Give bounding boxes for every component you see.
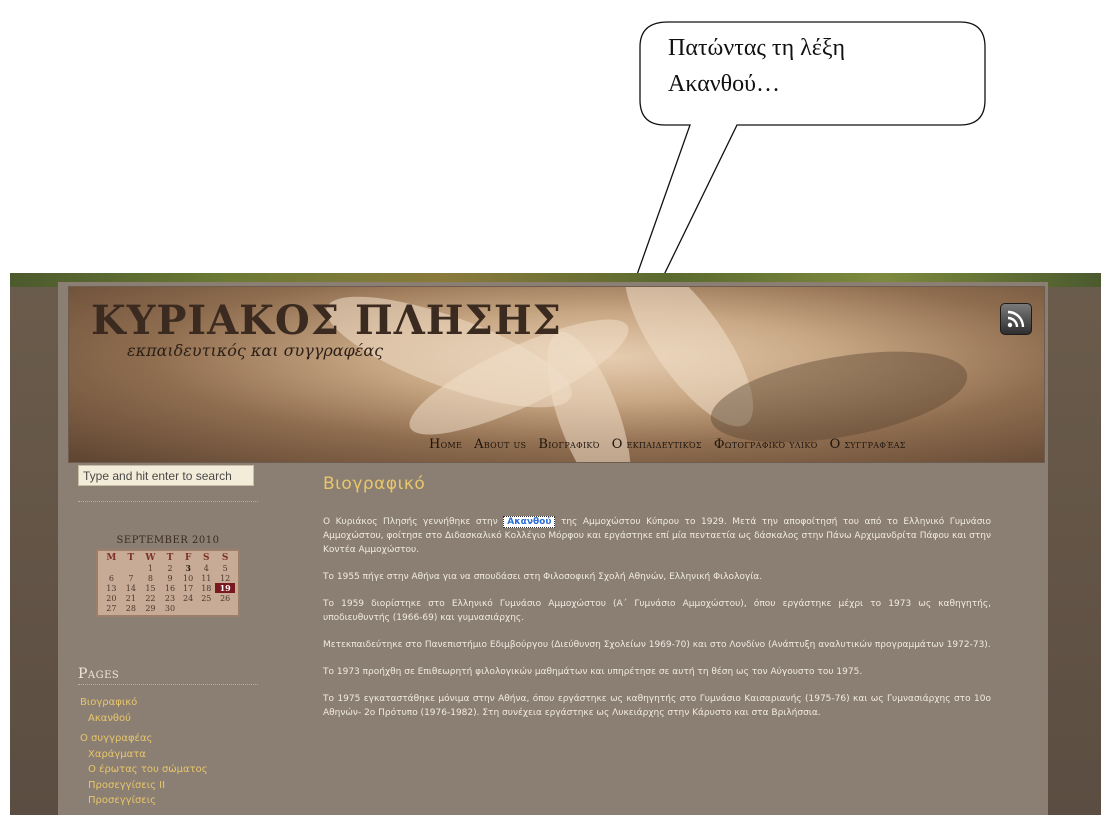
calendar-weekday: W (145, 553, 156, 563)
calendar-widget: SEPTEMBER 2010 MTWTFSS 1 2 3 4 5 6 7 8 9 10 11 12 13… (96, 535, 240, 651)
calendar-day (179, 603, 197, 613)
calendar-day: 1 (147, 563, 153, 573)
calendar-day (101, 563, 122, 573)
calendar-day: 30 (164, 603, 176, 613)
calendar-day (197, 603, 215, 613)
paragraph-text: Ο Κυριάκος Πλησής γεννήθηκε στην (323, 517, 498, 527)
callout-line-2: Ακανθού… (668, 71, 781, 97)
calendar-day (122, 563, 140, 573)
page-link[interactable]: Προσεγγίσεις ΙΙ (80, 778, 260, 794)
calendar-day: 29 (145, 603, 156, 613)
calendar-day: 5 (222, 563, 228, 573)
page-link[interactable]: Ο έρωτας του σώματος (80, 762, 260, 778)
calendar-day: 4 (203, 563, 209, 573)
callout-line-1: Πατώντας τη λέξη (668, 35, 846, 61)
nav-educator[interactable]: Ο εκπαιδευτικός (612, 437, 702, 452)
calendar-weekday: S (221, 553, 229, 563)
calendar-weekday: M (106, 553, 117, 563)
calendar-day (215, 603, 235, 613)
nav-photos[interactable]: Φωτογραφικό υλικό (714, 437, 818, 452)
calendar-day: 27 (106, 603, 117, 613)
page-link[interactable]: Βιογραφικό (80, 695, 260, 711)
page-link[interactable]: Χαράγματα (80, 747, 260, 763)
calendar-day: 14 (125, 583, 136, 593)
rss-icon[interactable] (1000, 303, 1032, 335)
calendar-weekday: S (203, 553, 210, 563)
calendar-day: 10 (183, 573, 194, 583)
calendar-day: 6 (108, 573, 114, 583)
nav-about-us[interactable]: About us (474, 437, 526, 452)
pages-list: Βιογραφικό Ακανθού Ο συγγραφέας Χαράγματα Ο … (80, 695, 260, 809)
calendar-day: 16 (164, 583, 176, 593)
nav-biography[interactable]: Βιογραφικό (538, 437, 599, 452)
calendar-day: 15 (145, 583, 156, 593)
paragraph: Μετεκπαιδεύτηκε στο Πανεπιστήμιο Εδιμβού… (323, 640, 991, 650)
paragraph: Το 1975 εγκαταστάθηκε μόνιμα στην Αθήνα,… (323, 694, 991, 718)
calendar-day: 7 (128, 573, 134, 583)
calendar-day: 24 (183, 593, 194, 603)
search-input[interactable] (78, 465, 254, 486)
main-nav: Home About us Βιογραφικό Ο εκπαιδευτικός… (429, 437, 906, 452)
website-screenshot: ΚΥΡΙΑΚΟΣ ΠΛΗΣΗΣ εκπαιδευτικός και συγγρα… (10, 273, 1101, 815)
calendar-day: 20 (106, 593, 117, 603)
nav-home[interactable]: Home (429, 437, 462, 452)
calendar-day: 18 (201, 583, 212, 593)
akanthou-link[interactable]: Ακανθού (503, 516, 556, 528)
calendar-day: 26 (220, 593, 231, 603)
site-subtitle: εκπαιδευτικός και συγγραφέας (127, 341, 384, 360)
calendar-week: 13 14 15 16 17 18 19 (101, 583, 235, 593)
paragraph: Το 1955 πήγε στην Αθήνα για να σπουδάσει… (323, 572, 763, 582)
calendar-day: 9 (167, 573, 173, 583)
sidebar-divider (78, 501, 258, 502)
calendar-day[interactable]: 19 (215, 583, 235, 593)
site-title[interactable]: ΚΥΡΙΑΚΟΣ ΠΛΗΣΗΣ (91, 297, 562, 344)
calendar-day: 28 (125, 603, 136, 613)
callout-text: Πατώντας τη λέξη Ακανθού… (668, 30, 968, 102)
calendar-week: 20 21 22 23 24 25 26 (101, 593, 235, 603)
calendar-day: 21 (125, 593, 136, 603)
calendar-day: 12 (220, 573, 231, 583)
paragraph: Ο Κυριάκος Πλησής γεννήθηκε στην Ακανθού… (323, 515, 991, 557)
calendar-weekday: T (127, 553, 135, 563)
calendar-day: 17 (183, 583, 194, 593)
post-body: Ο Κυριάκος Πλησής γεννήθηκε στην Ακανθού… (323, 515, 991, 733)
calendar-day: 8 (147, 573, 153, 583)
calendar-day: 25 (201, 593, 212, 603)
calendar-day: 11 (201, 573, 212, 583)
calendar-day[interactable]: 3 (179, 563, 197, 573)
paragraph: Το 1973 προήχθη σε Επιθεωρητή φιλολογικώ… (323, 667, 863, 677)
calendar-day: 22 (145, 593, 156, 603)
page-link[interactable]: Ακανθού (80, 711, 260, 727)
calendar-week: 1 234 5 (101, 563, 235, 573)
calendar-weekday: T (166, 553, 174, 563)
calendar-week: 27 28 29 30 (101, 603, 235, 613)
post-title[interactable]: Βιογραφικό (323, 474, 425, 494)
calendar-week: 6 7 8 9 10 11 12 (101, 573, 235, 583)
nav-writer[interactable]: Ο συγγραφέας (830, 437, 906, 452)
pages-heading: Pages (78, 666, 120, 682)
paragraph: Το 1959 διορίστηκε στο Ελληνικό Γυμνάσιο… (323, 599, 991, 623)
page-link[interactable]: Προσεγγίσεις (80, 793, 260, 809)
page-link[interactable]: Ο συγγραφέας (80, 731, 260, 747)
calendar-grid: MTWTFSS 1 2 3 4 5 6 7 8 9 10 11 12 13 14 15 16 17 18 19 20 2… (96, 549, 240, 617)
calendar-day: 13 (106, 583, 117, 593)
calendar-caption: SEPTEMBER 2010 (116, 535, 220, 546)
calendar-weekday: F (184, 553, 192, 563)
calendar-day: 2 (167, 563, 173, 573)
calendar-day: 23 (164, 593, 176, 603)
site-header: ΚΥΡΙΑΚΟΣ ΠΛΗΣΗΣ εκπαιδευτικός και συγγρα… (68, 286, 1045, 463)
pages-divider (78, 684, 258, 685)
